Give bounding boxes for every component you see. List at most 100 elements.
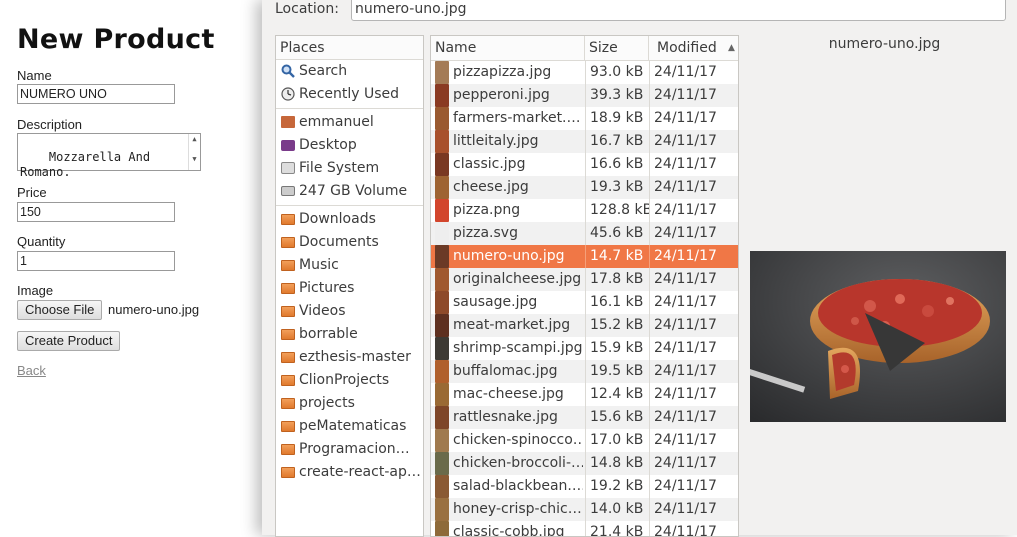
place-label: Recently Used [299,86,400,102]
filesystem-icon [280,161,295,175]
file-modified: 24/11/17 [649,452,738,475]
place-label: emmanuel [299,114,374,130]
folder-icon [280,396,295,410]
file-row[interactable]: shrimp-scampi.jpg 15.9 kB 24/11/17 [431,337,738,360]
file-row[interactable]: mac-cheese.jpg 12.4 kB 24/11/17 [431,383,738,406]
file-row[interactable]: meat-market.jpg 15.2 kB 24/11/17 [431,314,738,337]
file-row[interactable]: classic.jpg 16.6 kB 24/11/17 [431,153,738,176]
file-row[interactable]: buffalomac.jpg 19.5 kB 24/11/17 [431,360,738,383]
file-row[interactable]: littleitaly.jpg 16.7 kB 24/11/17 [431,130,738,153]
file-modified: 24/11/17 [649,61,738,84]
price-input[interactable]: 150 [17,202,175,222]
name-label: Name [17,68,52,83]
choose-file-button[interactable]: Choose File [17,300,103,320]
folder-icon [280,350,295,364]
place-label: Search [299,63,348,79]
column-modified[interactable]: Modified ▲ [649,36,738,60]
file-name: pizza.png [453,202,521,218]
file-row[interactable]: pizza.png 128.8 kB 24/11/17 [431,199,738,222]
file-row[interactable]: sausage.jpg 16.1 kB 24/11/17 [431,291,738,314]
file-row[interactable]: pepperoni.jpg 39.3 kB 24/11/17 [431,84,738,107]
place-projects[interactable]: projects [276,392,423,415]
place-label: Pictures [299,280,355,296]
file-row[interactable]: originalcheese.jpg 17.8 kB 24/11/17 [431,268,738,291]
place-borrable[interactable]: borrable [276,323,423,346]
file-row[interactable]: pizzapizza.jpg 93.0 kB 24/11/17 [431,61,738,84]
file-modified: 24/11/17 [649,429,738,452]
file-size: 16.6 kB [585,153,649,176]
desktop-icon [280,138,295,152]
place-label: Videos [299,303,346,319]
folder-icon [280,465,295,479]
place-recently-used[interactable]: Recently Used [276,83,423,106]
file-name: honey-crisp-chic… [453,501,582,517]
folder-icon [280,327,295,341]
file-size: 19.2 kB [585,475,649,498]
place-documents[interactable]: Documents [276,231,423,254]
place-pematematicas[interactable]: peMatematicas [276,415,423,438]
place-create-react-app[interactable]: create-react-ap… [276,461,423,484]
file-size: 14.7 kB [585,245,649,268]
place-label: 247 GB Volume [299,183,408,199]
textarea-scrollbar[interactable]: ▲ ▼ [188,134,200,170]
file-row[interactable]: rattlesnake.jpg 15.6 kB 24/11/17 [431,406,738,429]
place-programacion[interactable]: Programacion… [276,438,423,461]
quantity-input[interactable]: 1 [17,251,175,271]
column-size[interactable]: Size [585,36,649,60]
file-row[interactable]: pizza.svg 45.6 kB 24/11/17 [431,222,738,245]
file-modified: 24/11/17 [649,153,738,176]
file-modified: 24/11/17 [649,107,738,130]
place-downloads[interactable]: Downloads [276,208,423,231]
place-label: ezthesis-master [299,349,411,365]
file-row[interactable]: chicken-spinocco… 17.0 kB 24/11/17 [431,429,738,452]
place-file-system[interactable]: File System [276,157,423,180]
location-label: Location: [275,1,339,17]
name-input[interactable]: NUMERO UNO [17,84,175,104]
place-label: create-react-ap… [299,464,421,480]
back-link[interactable]: Back [17,363,46,378]
file-row-selected[interactable]: numero-uno.jpg 14.7 kB 24/11/17 [431,245,738,268]
places-pane: Places Search Recently Used emmanuel Des… [275,35,424,537]
file-name: farmers-market.… [453,110,581,126]
places-separator [276,205,423,206]
file-row[interactable]: salad-blackbean.… 19.2 kB 24/11/17 [431,475,738,498]
file-name: shrimp-scampi.jpg [453,340,583,356]
file-row[interactable]: farmers-market.… 18.9 kB 24/11/17 [431,107,738,130]
file-row[interactable]: chicken-broccoli-… 14.8 kB 24/11/17 [431,452,738,475]
file-row[interactable]: cheese.jpg 19.3 kB 24/11/17 [431,176,738,199]
location-input[interactable]: numero-uno.jpg [351,0,1006,21]
create-product-button[interactable]: Create Product [17,331,121,351]
image-thumbnail-icon [435,314,449,337]
place-videos[interactable]: Videos [276,300,423,323]
place-desktop[interactable]: Desktop [276,134,423,157]
drive-icon [280,184,295,198]
file-row[interactable]: honey-crisp-chic… 14.0 kB 24/11/17 [431,498,738,521]
image-thumbnail-icon [435,268,449,291]
column-name[interactable]: Name [431,36,585,60]
place-emmanuel[interactable]: emmanuel [276,111,423,134]
page-title: New Product [17,24,215,55]
place-label: borrable [299,326,358,342]
file-size: 17.8 kB [585,268,649,291]
file-size: 19.5 kB [585,360,649,383]
file-modified: 24/11/17 [649,176,738,199]
place-search[interactable]: Search [276,60,423,83]
file-name: originalcheese.jpg [453,271,582,287]
image-thumbnail-icon [435,406,449,429]
place-pictures[interactable]: Pictures [276,277,423,300]
file-size: 45.6 kB [585,222,649,245]
place-music[interactable]: Music [276,254,423,277]
place-clionprojects[interactable]: ClionProjects [276,369,423,392]
file-name: classic.jpg [453,156,526,172]
place-volume[interactable]: 247 GB Volume [276,180,423,203]
column-modified-label: Modified [657,40,717,56]
file-size: 12.4 kB [585,383,649,406]
places-separator [276,108,423,109]
place-ezthesis-master[interactable]: ezthesis-master [276,346,423,369]
place-label: Music [299,257,339,273]
description-textarea[interactable]: Mozzarella And Romano. ▲ ▼ [17,133,201,179]
folder-icon [280,419,295,433]
place-label: ClionProjects [299,372,390,388]
file-modified: 24/11/17 [649,360,738,383]
music-folder-icon [280,258,295,272]
